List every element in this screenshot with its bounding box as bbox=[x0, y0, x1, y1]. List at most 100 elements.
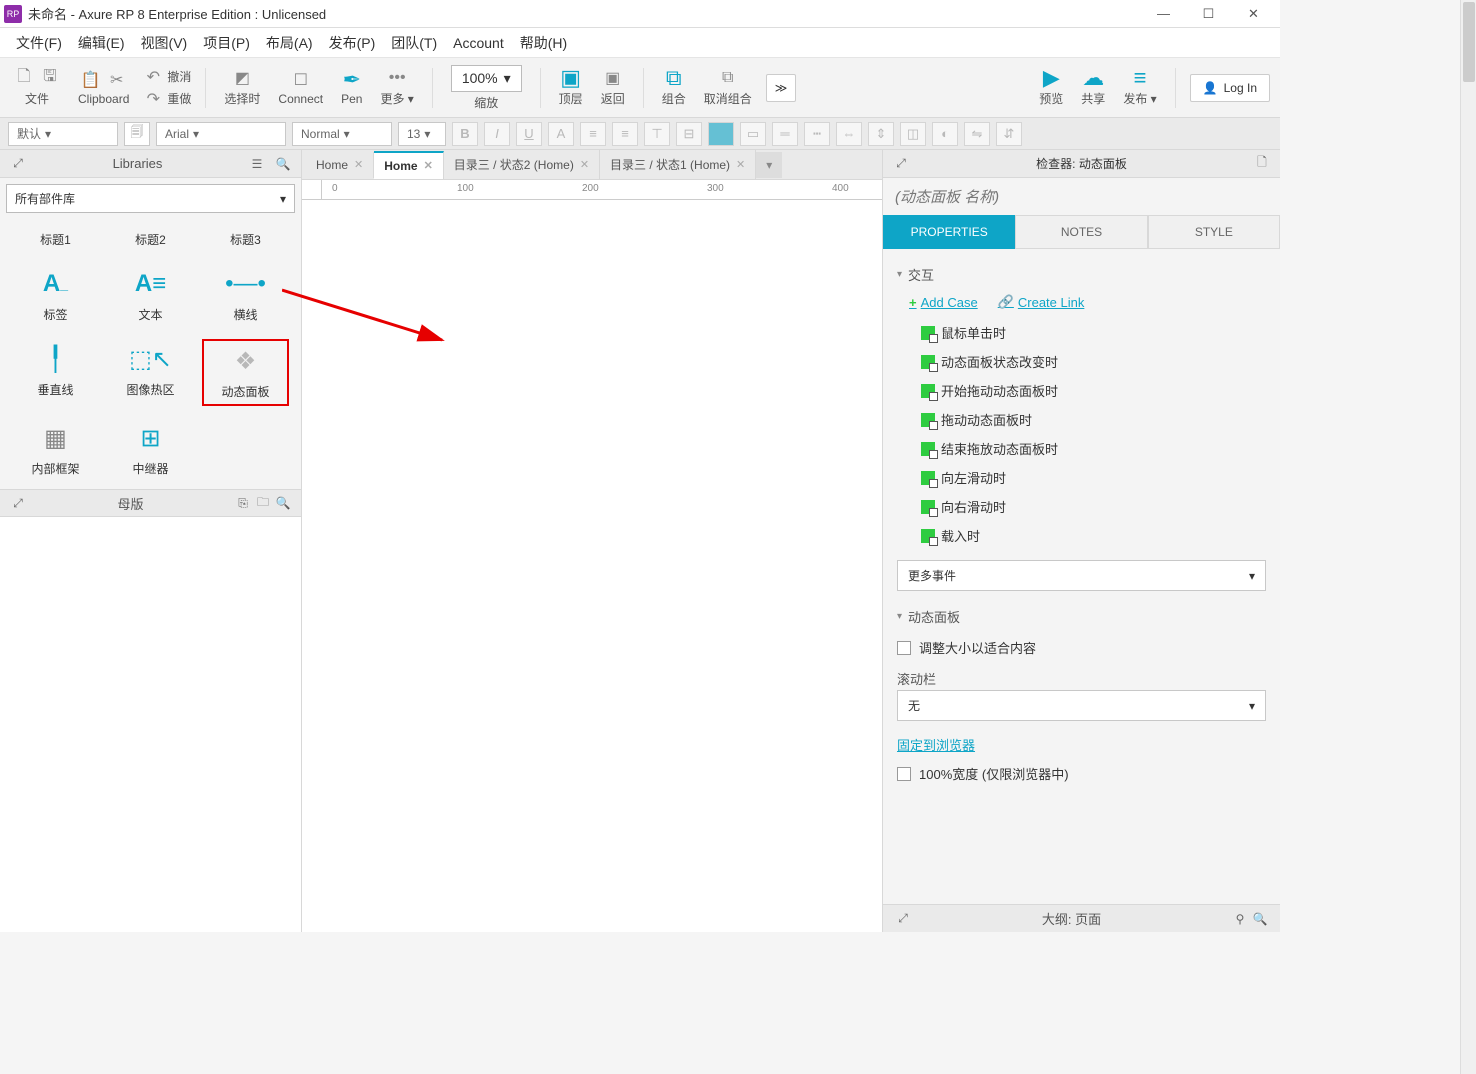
font-weight-combo[interactable]: Normal▾ bbox=[292, 122, 392, 146]
menu-team[interactable]: 团队(T) bbox=[385, 29, 443, 57]
font-color-button[interactable]: A bbox=[548, 122, 574, 146]
collapse-icon[interactable]: ⤢ bbox=[8, 493, 28, 513]
copy-style-button[interactable]: 🗐 bbox=[124, 122, 150, 146]
menu-icon[interactable]: ☰ bbox=[247, 154, 267, 174]
widget-heading3[interactable]: 标题3 bbox=[202, 227, 289, 252]
menu-account[interactable]: Account bbox=[447, 31, 510, 55]
scroll-dropdown[interactable]: 无▾ bbox=[897, 690, 1266, 721]
close-icon[interactable]: ✕ bbox=[354, 158, 363, 171]
fit-content-checkbox[interactable]: 调整大小以适合内容 bbox=[897, 632, 1266, 663]
align-left-button[interactable]: ≡ bbox=[580, 122, 606, 146]
add-case-link[interactable]: +Add Case bbox=[909, 294, 978, 310]
login-button[interactable]: 👤Log In bbox=[1190, 74, 1270, 102]
menu-arrange[interactable]: 布局(A) bbox=[260, 29, 319, 57]
preview-tool[interactable]: ▶预览 bbox=[1035, 68, 1067, 107]
border-style-button[interactable]: ┅ bbox=[804, 122, 830, 146]
widget-text[interactable]: A≡文本 bbox=[107, 264, 194, 327]
widget-heading1[interactable]: 标题1 bbox=[12, 227, 99, 252]
menu-project[interactable]: 项目(P) bbox=[197, 29, 256, 57]
tab-style[interactable]: STYLE bbox=[1148, 215, 1280, 249]
flip-h-button[interactable]: ⇋ bbox=[964, 122, 990, 146]
widget-iframe[interactable]: ▦内部框架 bbox=[12, 418, 99, 481]
flip-v-button[interactable]: ⇵ bbox=[996, 122, 1022, 146]
event-load[interactable]: 载入时 bbox=[897, 521, 1266, 550]
event-drag-drop[interactable]: 结束拖放动态面板时 bbox=[897, 434, 1266, 463]
width-100-checkbox[interactable]: 100%宽度 (仅限浏览器中) bbox=[897, 758, 1266, 789]
undo-button[interactable]: ↶撤消 bbox=[143, 67, 191, 87]
search-icon[interactable]: 🔍 bbox=[273, 493, 293, 513]
add-icon[interactable]: ⎘ bbox=[233, 493, 253, 513]
search-icon[interactable]: 🔍 bbox=[273, 154, 293, 174]
publish-tool[interactable]: ≡发布 ▾ bbox=[1119, 68, 1160, 107]
menu-file[interactable]: 文件(F) bbox=[10, 29, 68, 57]
minimize-button[interactable]: — bbox=[1141, 0, 1186, 28]
event-click[interactable]: 鼠标单击时 bbox=[897, 318, 1266, 347]
filter-icon[interactable]: ⚲ bbox=[1230, 909, 1250, 929]
align-middle-button[interactable]: ⊟ bbox=[676, 122, 702, 146]
zoom-group[interactable]: 100%▾ 缩放 bbox=[447, 65, 526, 111]
menu-publish[interactable]: 发布(P) bbox=[323, 29, 382, 57]
border-color-button[interactable]: ▭ bbox=[740, 122, 766, 146]
border-width-button[interactable]: ═ bbox=[772, 122, 798, 146]
align-top-button[interactable]: ⊤ bbox=[644, 122, 670, 146]
style-preset-combo[interactable]: 默认▾ bbox=[8, 122, 118, 146]
opacity-button[interactable]: ◐ bbox=[932, 122, 958, 146]
dist-v-button[interactable]: ⇕ bbox=[868, 122, 894, 146]
file-group[interactable]: 🗋 🖫 文件 bbox=[10, 68, 64, 107]
group-tool[interactable]: ⧉组合 bbox=[658, 68, 690, 107]
dp-section[interactable]: 动态面板 bbox=[897, 601, 1266, 632]
widget-hotspot[interactable]: ⬚↖图像热区 bbox=[107, 339, 194, 406]
interactions-section[interactable]: 交互 bbox=[897, 259, 1266, 290]
redo-button[interactable]: ↷重做 bbox=[143, 89, 191, 109]
underline-button[interactable]: U bbox=[516, 122, 542, 146]
ungroup-tool[interactable]: ⧉取消组合 bbox=[700, 68, 756, 107]
italic-button[interactable]: I bbox=[484, 122, 510, 146]
front-tool[interactable]: ▣顶层 bbox=[555, 68, 587, 107]
widget-vline[interactable]: ╿垂直线 bbox=[12, 339, 99, 406]
event-swipe-left[interactable]: 向左滑动时 bbox=[897, 463, 1266, 492]
close-button[interactable]: ✕ bbox=[1231, 0, 1276, 28]
event-drag[interactable]: 拖动动态面板时 bbox=[897, 405, 1266, 434]
font-size-combo[interactable]: 13▾ bbox=[398, 122, 446, 146]
close-icon[interactable]: ✕ bbox=[424, 159, 433, 172]
font-combo[interactable]: Arial▾ bbox=[156, 122, 286, 146]
zoom-combo[interactable]: 100%▾ bbox=[451, 65, 522, 92]
align-center-button[interactable]: ≡ bbox=[612, 122, 638, 146]
tab-home-2[interactable]: Home✕ bbox=[374, 151, 444, 179]
pen-tool[interactable]: ✒Pen bbox=[337, 70, 366, 106]
shadow-button[interactable]: ◫ bbox=[900, 122, 926, 146]
menu-help[interactable]: 帮助(H) bbox=[514, 29, 573, 57]
library-dropdown[interactable]: 所有部件库 ▾ bbox=[6, 184, 295, 213]
new-tab-button[interactable]: ▾ bbox=[756, 152, 782, 178]
event-drag-start[interactable]: 开始拖动动态面板时 bbox=[897, 376, 1266, 405]
fill-button[interactable] bbox=[708, 122, 734, 146]
page-icon[interactable]: 🗋 bbox=[1252, 154, 1272, 174]
menu-view[interactable]: 视图(V) bbox=[135, 29, 194, 57]
clipboard-group[interactable]: 📋 ✂ Clipboard bbox=[74, 70, 133, 106]
back-tool[interactable]: ▣返回 bbox=[597, 68, 629, 107]
select-tool[interactable]: ◩选择时 bbox=[220, 68, 264, 107]
widget-heading2[interactable]: 标题2 bbox=[107, 227, 194, 252]
bold-button[interactable]: B bbox=[452, 122, 478, 146]
event-state-change[interactable]: 动态面板状态改变时 bbox=[897, 347, 1266, 376]
create-link-link[interactable]: 🔗Create Link bbox=[998, 294, 1085, 310]
tab-state2[interactable]: 目录三 / 状态2 (Home)✕ bbox=[444, 150, 600, 179]
event-swipe-right[interactable]: 向右滑动时 bbox=[897, 492, 1266, 521]
widget-name-field[interactable]: (动态面板 名称) bbox=[883, 178, 1280, 215]
tab-notes[interactable]: NOTES bbox=[1015, 215, 1147, 249]
widget-dynamic-panel[interactable]: ❖动态面板 bbox=[202, 339, 289, 406]
share-tool[interactable]: ☁共享 bbox=[1077, 68, 1109, 107]
tab-properties[interactable]: PROPERTIES bbox=[883, 215, 1015, 249]
pin-browser-link[interactable]: 固定到浏览器 bbox=[897, 731, 975, 758]
widget-hline[interactable]: •—•横线 bbox=[202, 264, 289, 327]
widget-label[interactable]: A_标签 bbox=[12, 264, 99, 327]
widget-repeater[interactable]: ⊞中继器 bbox=[107, 418, 194, 481]
more-events-dropdown[interactable]: 更多事件▾ bbox=[897, 560, 1266, 591]
connect-tool[interactable]: ☐Connect bbox=[274, 70, 327, 106]
close-icon[interactable]: ✕ bbox=[736, 158, 745, 171]
overflow-button[interactable]: ≫ bbox=[766, 74, 797, 102]
collapse-icon[interactable]: ⤢ bbox=[891, 154, 911, 174]
search-icon[interactable]: 🔍 bbox=[1250, 909, 1270, 929]
close-icon[interactable]: ✕ bbox=[580, 158, 589, 171]
folder-icon[interactable]: 🗀 bbox=[253, 493, 273, 513]
